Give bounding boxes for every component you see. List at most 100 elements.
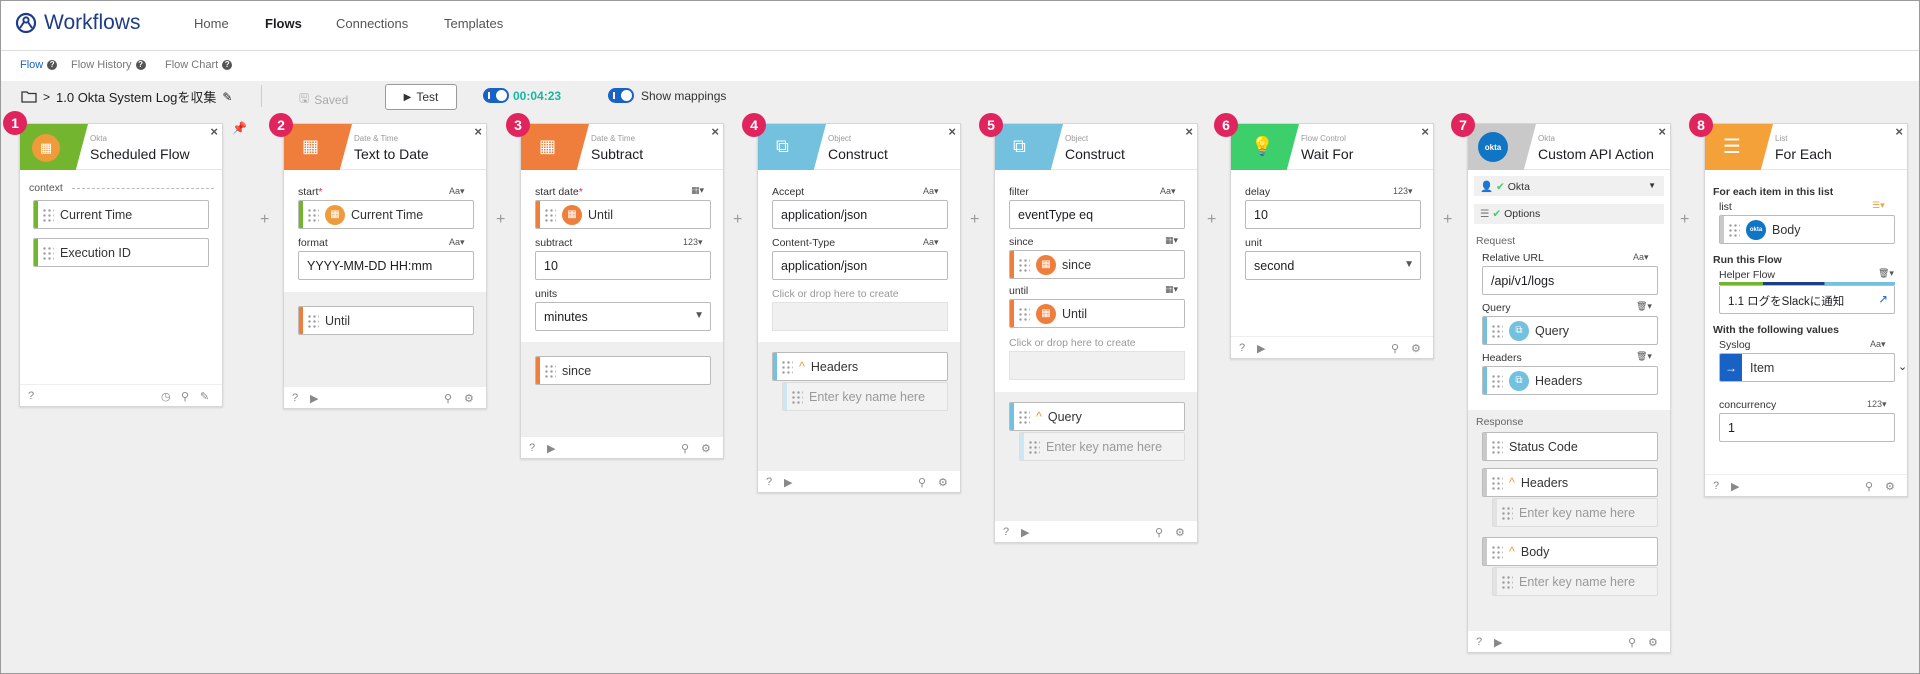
add-card-icon[interactable]: + [496, 211, 505, 229]
chevron-up-icon[interactable]: ^ [799, 360, 805, 374]
close-icon[interactable]: × [1185, 124, 1193, 139]
drag-handle-icon[interactable] [1728, 222, 1740, 237]
gear-icon[interactable]: ⚙ [701, 442, 711, 455]
type-text-icon[interactable]: Aa▾ [449, 237, 465, 248]
help-icon[interactable]: ? [1239, 342, 1245, 354]
pin-icon[interactable]: 📌 [232, 121, 247, 135]
accept-input[interactable]: application/json [772, 200, 948, 229]
type-text-icon[interactable]: Aa▾ [1633, 252, 1649, 263]
gear-icon[interactable]: ⚙ [464, 392, 474, 405]
card-for-each[interactable]: ☰ List For Each × For each item in this … [1704, 123, 1908, 497]
pencil-icon[interactable]: ✎ [200, 390, 209, 403]
chevron-up-icon[interactable]: ^ [1036, 410, 1042, 424]
trash-icon[interactable]: 🗑▾ [1636, 301, 1652, 312]
nav-templates[interactable]: Templates [444, 16, 503, 31]
output-until[interactable]: Until [298, 306, 474, 335]
type-text-icon[interactable]: Aa▾ [1870, 339, 1886, 350]
output-status-code[interactable]: Status Code [1482, 432, 1658, 461]
create-field-dropzone[interactable] [772, 302, 948, 331]
search-icon[interactable]: ⚲ [681, 442, 689, 455]
drag-handle-icon[interactable] [1501, 505, 1513, 520]
output-body[interactable]: ^ Body [1482, 537, 1658, 566]
add-card-icon[interactable]: + [1443, 211, 1452, 229]
input-query[interactable]: ⧉ Query [1482, 316, 1658, 345]
close-icon[interactable]: × [711, 124, 719, 139]
play-icon[interactable]: ▶ [1257, 342, 1265, 355]
input-headers[interactable]: ⧉ Headers [1482, 366, 1658, 395]
add-card-icon[interactable]: + [970, 211, 979, 229]
drag-handle-icon[interactable] [42, 245, 54, 260]
create-field-dropzone[interactable] [1009, 351, 1185, 380]
type-text-icon[interactable]: Aa▾ [923, 237, 939, 248]
drag-handle-icon[interactable] [1018, 257, 1030, 272]
input-syslog[interactable]: → Item [1719, 353, 1895, 382]
type-number-icon[interactable]: 123▾ [1393, 186, 1413, 197]
input-until[interactable]: ▦ Until [1009, 299, 1185, 328]
search-icon[interactable]: ⚲ [1628, 636, 1636, 649]
gear-icon[interactable]: ⚙ [1885, 480, 1895, 493]
drag-handle-icon[interactable] [1018, 306, 1030, 321]
output-query[interactable]: ^ Query [1009, 402, 1185, 431]
type-text-icon[interactable]: Aa▾ [1160, 186, 1176, 197]
search-icon[interactable]: ⚲ [1391, 342, 1399, 355]
search-icon[interactable]: ⚲ [181, 390, 189, 403]
play-icon[interactable]: ▶ [1494, 636, 1502, 649]
gear-icon[interactable]: ⚙ [938, 476, 948, 489]
drag-handle-icon[interactable] [1491, 323, 1503, 338]
drag-handle-icon[interactable] [781, 359, 793, 374]
output-headers[interactable]: ^ Headers [772, 352, 948, 381]
type-text-icon[interactable]: Aa▾ [449, 186, 465, 197]
help-icon[interactable]: ? [28, 390, 34, 402]
flow-canvas[interactable]: > 1.0 Okta System Logを収集 ✎ 🖫 Saved ▶ Test … [1, 81, 1919, 673]
help-icon[interactable]: ? [1003, 526, 1009, 538]
nav-flows[interactable]: Flows [265, 16, 302, 31]
output-current-time[interactable]: Current Time [33, 200, 209, 229]
close-icon[interactable]: × [1895, 124, 1903, 139]
drag-handle-icon[interactable] [791, 389, 803, 404]
close-icon[interactable]: × [1421, 124, 1429, 139]
type-list-icon[interactable]: ☰▾ [1872, 200, 1885, 211]
concurrency-input[interactable]: 1 [1719, 413, 1895, 442]
add-card-icon[interactable]: + [733, 211, 742, 229]
chevron-down-icon[interactable]: ⌄ [1898, 360, 1907, 373]
key-name-input[interactable]: Enter key name here [1019, 432, 1185, 461]
search-icon[interactable]: ⚲ [1155, 526, 1163, 539]
flow-name[interactable]: 1.0 Okta System Logを収集 [56, 87, 216, 106]
gear-icon[interactable]: ⚙ [1411, 342, 1421, 355]
drag-handle-icon[interactable] [1491, 439, 1503, 454]
output-headers[interactable]: ^ Headers [1482, 468, 1658, 497]
search-icon[interactable]: ⚲ [444, 392, 452, 405]
tab-flow[interactable]: Flow? [20, 59, 58, 71]
help-icon[interactable]: ? [292, 392, 298, 404]
helper-flow-input[interactable]: 1.1 ログをSlackに通知 ↗ [1719, 285, 1895, 314]
play-icon[interactable]: ▶ [310, 392, 318, 405]
clock-icon[interactable]: ◷ [161, 390, 171, 403]
drag-handle-icon[interactable] [544, 207, 556, 222]
options-row[interactable]: ☰ ✔ Options [1474, 204, 1664, 224]
chevron-up-icon[interactable]: ^ [1509, 545, 1515, 559]
close-icon[interactable]: × [948, 124, 956, 139]
trash-icon[interactable]: 🗑▾ [1636, 351, 1652, 362]
search-icon[interactable]: ⚲ [1865, 480, 1873, 493]
close-icon[interactable]: × [474, 124, 482, 139]
brand[interactable]: Workflows [15, 11, 140, 35]
subtract-input[interactable]: 10 [535, 251, 711, 280]
type-number-icon[interactable]: 123▾ [1867, 399, 1887, 410]
external-link-icon[interactable]: ↗ [1878, 292, 1888, 306]
play-icon[interactable]: ▶ [784, 476, 792, 489]
input-start-date[interactable]: ▦ Until [535, 200, 711, 229]
type-date-icon[interactable]: ▦▾ [1165, 284, 1178, 295]
close-icon[interactable]: × [210, 124, 218, 139]
drag-handle-icon[interactable] [1491, 475, 1503, 490]
help-icon[interactable]: ? [222, 60, 233, 70]
chevron-up-icon[interactable]: ^ [1509, 476, 1515, 490]
output-execution-id[interactable]: Execution ID [33, 238, 209, 267]
connection-row[interactable]: 👤 ✔ Okta ▼ [1474, 176, 1664, 196]
folder-icon[interactable] [21, 90, 37, 103]
units-select[interactable]: minutes ▼ [535, 302, 711, 331]
trash-icon[interactable]: 🗑▾ [1878, 268, 1894, 279]
type-text-icon[interactable]: Aa▾ [923, 186, 939, 197]
card-scheduled-flow[interactable]: ▦ Okta Scheduled Flow × context Current … [19, 123, 223, 407]
search-icon[interactable]: ⚲ [918, 476, 926, 489]
card-construct-query[interactable]: ⧉ Object Construct × filter Aa▾ eventTyp… [994, 123, 1198, 543]
